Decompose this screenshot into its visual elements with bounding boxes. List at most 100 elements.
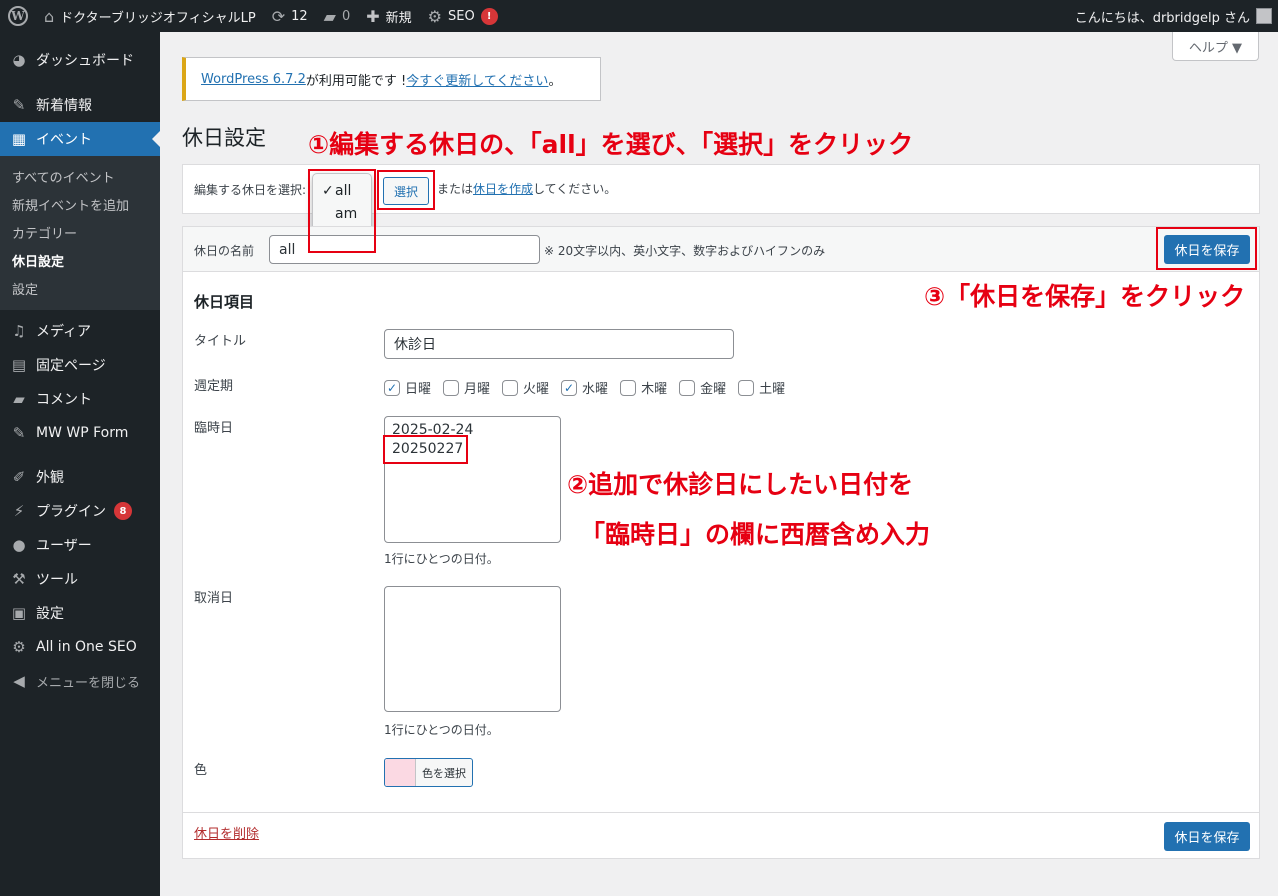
site-name: ドクターブリッジオフィシャルLP bbox=[60, 10, 256, 26]
menu-dashboard[interactable]: ◕ ダッシュボード bbox=[0, 43, 160, 77]
checkbox-wednesday[interactable]: ✓ 水曜 bbox=[561, 378, 608, 397]
annotation-step2-line1: ②追加で休診日にしたい日付を bbox=[567, 470, 914, 499]
menu-all-in-one-seo[interactable]: ⚙ All in One SEO bbox=[0, 630, 160, 664]
notice-end: 。 bbox=[548, 73, 562, 89]
page-title: 休日設定 bbox=[182, 126, 266, 150]
holiday-items-heading: 休日項目 bbox=[194, 293, 255, 311]
seo-alert-badge: ! bbox=[480, 7, 498, 25]
highlight-new-date bbox=[383, 435, 468, 464]
cancel-days-label: 取消日 bbox=[194, 591, 234, 606]
checkbox-thursday[interactable]: 木曜 bbox=[620, 378, 667, 397]
check-icon: ✓ bbox=[561, 379, 578, 396]
site-name-menu[interactable]: ⌂ ドクターブリッジオフィシャルLP bbox=[36, 0, 264, 32]
color-swatch bbox=[385, 759, 416, 786]
menu-news[interactable]: ✎ 新着情報 bbox=[0, 88, 160, 122]
menu-comments[interactable]: ▰ コメント bbox=[0, 382, 160, 416]
settings-icon: ▣ bbox=[11, 604, 27, 622]
calendar-icon: ▦ bbox=[11, 130, 27, 148]
highlight-select-button bbox=[377, 170, 435, 210]
submenu-settings[interactable]: 設定 bbox=[0, 274, 160, 302]
holiday-name-label: 休日の名前 bbox=[194, 244, 255, 258]
submenu-add-event[interactable]: 新規イベントを追加 bbox=[0, 190, 160, 218]
user-icon: ● bbox=[12, 536, 26, 554]
plus-icon: ✚ bbox=[366, 6, 380, 26]
wp-logo-menu[interactable]: W bbox=[0, 0, 36, 32]
holiday-name-hint: ※ 20文字以内、英小文字、数字およびハイフンのみ bbox=[544, 244, 826, 258]
new-label: 新規 bbox=[385, 10, 412, 26]
wrench-icon: ⚒ bbox=[12, 570, 26, 588]
submenu-holiday-settings[interactable]: 休日設定 bbox=[0, 246, 160, 274]
annotation-step3: ③「休日を保存」をクリック bbox=[924, 282, 1246, 311]
submenu-all-events[interactable]: すべてのイベント bbox=[0, 162, 160, 190]
create-holiday-link[interactable]: 休日を作成 bbox=[473, 182, 533, 196]
collapse-icon: ◀ bbox=[13, 672, 25, 690]
cancel-days-textarea[interactable] bbox=[384, 586, 561, 712]
menu-pages[interactable]: ▤ 固定ページ bbox=[0, 348, 160, 382]
menu-settings[interactable]: ▣ 設定 bbox=[0, 596, 160, 630]
title-input[interactable]: 休診日 bbox=[384, 329, 734, 359]
create-holiday-text: または休日を作成してください。 bbox=[437, 182, 617, 196]
plugin-icon: ⚡ bbox=[13, 502, 25, 520]
checkbox-monday[interactable]: 月曜 bbox=[443, 378, 490, 397]
events-submenu: すべてのイベント 新規イベントを追加 カテゴリー 休日設定 設定 bbox=[0, 156, 160, 310]
seo-gear-icon: ⚙ bbox=[427, 6, 442, 26]
comments-count: 0 bbox=[341, 8, 351, 24]
title-label: タイトル bbox=[194, 334, 247, 349]
avatar bbox=[1256, 8, 1272, 24]
weekly-label: 週定期 bbox=[194, 379, 234, 394]
check-icon: ✓ bbox=[384, 379, 400, 396]
wordpress-version-link[interactable]: WordPress 6.7.2 bbox=[201, 72, 306, 87]
checkbox-saturday[interactable]: 土曜 bbox=[738, 378, 785, 397]
weekday-checkboxes: ✓ 日曜 月曜 火曜 ✓ 水曜 木曜 金曜 土曜 bbox=[384, 378, 797, 397]
home-icon: ⌂ bbox=[44, 6, 55, 26]
submenu-categories[interactable]: カテゴリー bbox=[0, 218, 160, 246]
highlight-dropdown bbox=[308, 169, 376, 253]
updates-icon: ⟳ bbox=[271, 6, 286, 26]
annotation-step2-line2: 「臨時日」の欄に西暦含め入力 bbox=[580, 520, 931, 549]
menu-tools[interactable]: ⚒ ツール bbox=[0, 562, 160, 596]
dashboard-icon: ◕ bbox=[12, 51, 26, 69]
menu-events[interactable]: ▦ イベント bbox=[0, 122, 160, 156]
temporary-days-label: 臨時日 bbox=[194, 421, 234, 436]
temporary-days-hint: 1行にひとつの日付。 bbox=[384, 552, 499, 566]
comment-icon: ▰ bbox=[13, 390, 25, 408]
seo-label: SEO bbox=[448, 8, 475, 24]
save-holiday-button-bottom[interactable]: 休日を保存 bbox=[1164, 822, 1250, 851]
comment-bubble-icon: ▰ bbox=[323, 6, 336, 26]
menu-media[interactable]: ♫ メディア bbox=[0, 314, 160, 348]
checkbox-sunday[interactable]: ✓ 日曜 bbox=[384, 378, 431, 397]
brush-icon: ✐ bbox=[12, 468, 26, 486]
updates-menu[interactable]: ⟳ 12 bbox=[264, 0, 316, 32]
menu-mw-wp-form[interactable]: ✎ MW WP Form bbox=[0, 416, 160, 450]
new-content-menu[interactable]: ✚ 新規 bbox=[358, 0, 419, 32]
checkbox-friday[interactable]: 金曜 bbox=[679, 378, 726, 397]
update-now-link[interactable]: 今すぐ更新してください bbox=[406, 70, 548, 89]
comments-menu[interactable]: ▰ 0 bbox=[316, 0, 359, 32]
collapse-menu[interactable]: ◀ メニューを閉じる bbox=[0, 664, 160, 698]
select-holiday-label: 編集する休日を選択: bbox=[194, 182, 307, 197]
color-picker-label: 色を選択 bbox=[422, 766, 466, 780]
annotation-step1: ①編集する休日の、「all」を選び、「選択」をクリック bbox=[308, 130, 914, 159]
color-picker-button[interactable]: 色を選択 bbox=[384, 758, 473, 787]
seo-menu[interactable]: ⚙ SEO ! bbox=[420, 0, 506, 32]
menu-appearance[interactable]: ✐ 外観 bbox=[0, 460, 160, 494]
pin-icon: ✎ bbox=[12, 424, 26, 442]
update-notice: WordPress 6.7.2 が利用可能です ! 今すぐ更新してください 。 bbox=[182, 57, 601, 101]
account-menu[interactable]: こんにちは、drbridgelp さん bbox=[1067, 0, 1272, 32]
highlight-save-button bbox=[1156, 227, 1257, 270]
seo-icon: ⚙ bbox=[12, 638, 26, 656]
notice-text: が利用可能です ! bbox=[305, 73, 407, 89]
plugin-update-count: 8 bbox=[114, 502, 132, 520]
cancel-days-hint: 1行にひとつの日付。 bbox=[384, 723, 499, 737]
greeting: こんにちは、drbridgelp さん bbox=[1074, 10, 1250, 26]
help-tab-button[interactable]: ヘルプ ▼ bbox=[1172, 32, 1259, 61]
holiday-footer: 休日を削除 休日を保存 bbox=[183, 812, 1259, 858]
checkbox-tuesday[interactable]: 火曜 bbox=[502, 378, 549, 397]
wordpress-icon: W bbox=[8, 6, 28, 26]
page-icon: ▤ bbox=[11, 356, 27, 374]
admin-bar: W ⌂ ドクターブリッジオフィシャルLP ⟳ 12 ▰ 0 ✚ 新規 ⚙ SEO… bbox=[0, 0, 1278, 32]
menu-plugins[interactable]: ⚡ プラグイン 8 bbox=[0, 494, 160, 528]
delete-holiday-link[interactable]: 休日を削除 bbox=[194, 823, 259, 842]
menu-users[interactable]: ● ユーザー bbox=[0, 528, 160, 562]
pin-icon: ✎ bbox=[12, 96, 26, 114]
